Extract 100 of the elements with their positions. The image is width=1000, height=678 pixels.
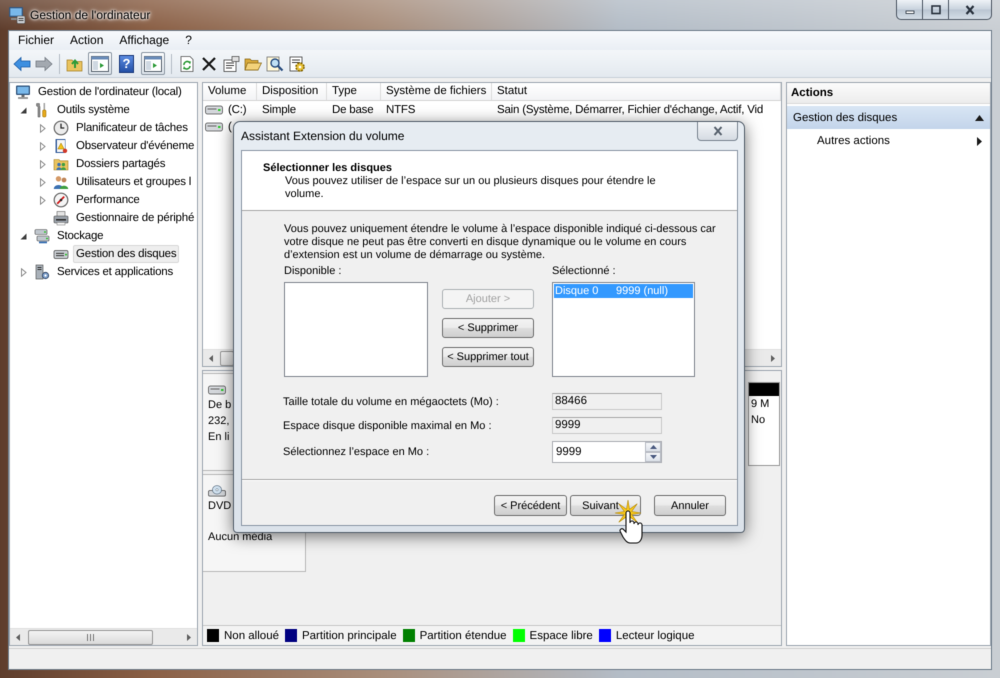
help-button[interactable]: ? [119, 54, 134, 72]
table-cell-text: NTFS [385, 104, 416, 116]
tree-item[interactable]: Outils système [54, 101, 133, 119]
disk-info-text: DVD [208, 499, 232, 514]
action-pane-toggle-button[interactable] [141, 52, 165, 75]
readonly-field: 9999 [552, 417, 662, 434]
column-header[interactable]: Volume [203, 83, 257, 100]
menu-item[interactable]: Fichier [10, 32, 62, 49]
maximize-button[interactable] [922, 0, 948, 20]
close-button[interactable] [948, 0, 992, 20]
legend-label: Partition principale [302, 630, 397, 642]
hard-drive-icon [208, 384, 226, 396]
window-pane-icon [91, 56, 109, 72]
tree-toggle-button[interactable] [88, 52, 112, 75]
minimize-button[interactable] [896, 0, 922, 20]
close-icon [964, 4, 976, 14]
tree-item[interactable]: Gestion de l'ordinateur (local) [35, 83, 185, 101]
cancel-button[interactable]: Annuler [654, 495, 726, 516]
table-cell-text: Simple [261, 104, 297, 116]
expand-arrow-icon[interactable] [38, 196, 47, 204]
spin-down-button[interactable] [645, 452, 661, 462]
tree-item[interactable]: Planificateur de tâches [73, 119, 191, 137]
wizard-heading: Sélectionner les disques [263, 161, 392, 175]
menu-item[interactable]: Action [62, 32, 112, 49]
expand-arrow-icon[interactable] [38, 178, 47, 186]
open-folder-icon[interactable] [244, 56, 262, 72]
dvd-drive-icon [208, 485, 226, 497]
next-button[interactable]: Suivant [570, 495, 641, 516]
shared-folder-icon [53, 156, 69, 172]
disk-info-text: De b [208, 398, 232, 413]
available-disks-list[interactable] [284, 282, 428, 377]
window-title: Gestion de l'ordinateur [30, 8, 150, 22]
computer-management-icon [8, 6, 26, 24]
field-label: Sélectionnez l’espace en Mo : [283, 446, 430, 458]
tree-item[interactable]: Utilisateurs et groupes l [73, 173, 194, 191]
actions-menu-item[interactable]: Autres actions [787, 131, 990, 151]
refresh-icon[interactable] [178, 56, 196, 72]
close-icon [712, 126, 724, 136]
properties-icon[interactable] [222, 56, 240, 72]
remove-button[interactable]: < Supprimer [442, 318, 534, 338]
partition-block[interactable]: 9 M No [748, 382, 780, 466]
disk-name: Disque 0 [554, 285, 600, 297]
spin-up-button[interactable] [645, 442, 661, 452]
list-label: Disponible : [284, 264, 342, 278]
window-pane-icon [144, 56, 162, 72]
field-label: Taille totale du volume en mégaoctets (Mo) : [283, 396, 500, 408]
media-status-text: Aucun média [208, 530, 272, 545]
disk-info-text: En li [208, 430, 230, 445]
scrollbar-thumb[interactable] [220, 350, 234, 366]
users-icon [53, 174, 69, 190]
spin-field[interactable]: 9999 [552, 441, 662, 463]
collapse-arrow-icon[interactable] [19, 232, 28, 240]
horizontal-scrollbar[interactable] [10, 628, 197, 645]
computer-icon [15, 84, 31, 100]
column-header[interactable]: Disposition [257, 83, 327, 100]
remove-all-button[interactable]: < Supprimer tout [442, 347, 534, 367]
table-cell-text: (C:) [227, 104, 246, 116]
actions-section-header[interactable]: Gestion des disques [787, 106, 990, 129]
tree-item[interactable]: Stockage [54, 227, 106, 245]
table-cell-text: ( [227, 120, 232, 132]
expand-arrow-icon[interactable] [38, 124, 47, 132]
dialog-title: Assistant Extension du volume [241, 129, 404, 143]
search-icon[interactable] [266, 56, 284, 72]
tree-item[interactable]: Gestion des disques [73, 245, 180, 263]
wizard-description: Vous pouvez utiliser de l’espace sur un ou plusieurs disques pour étendre le volume. [285, 175, 656, 201]
settings-icon[interactable] [288, 56, 306, 72]
close-button[interactable] [697, 122, 738, 141]
delete-icon[interactable] [200, 56, 218, 72]
collapse-arrow-icon[interactable] [19, 106, 28, 114]
maximize-icon [930, 4, 942, 14]
back-button[interactable]: < Précédent [494, 495, 567, 516]
scrollbar-thumb[interactable] [28, 630, 153, 644]
tree-item[interactable]: Observateur d'événeme [73, 137, 197, 155]
disk-size: 9999 (null) [616, 285, 668, 297]
column-header[interactable]: Système de fichiers [381, 83, 492, 100]
tree-item[interactable]: Gestionnaire de périphé [73, 209, 197, 227]
table-cell-text: Sain (Système, Démarrer, Fichier d'échange, Actif, Vid [496, 104, 764, 116]
tree-item[interactable]: Dossiers partagés [73, 155, 168, 173]
partition-text: 9 M [750, 397, 770, 412]
disk-info-text: 232, [208, 414, 230, 429]
column-header[interactable]: Statut [492, 83, 781, 100]
legend-label: Non alloué [224, 630, 279, 642]
legend-label: Espace libre [530, 630, 593, 642]
actions-pane-title: Actions [787, 83, 990, 104]
expand-arrow-icon[interactable] [38, 160, 47, 168]
back-arrow-icon[interactable] [13, 56, 31, 72]
expand-arrow-icon[interactable] [38, 142, 47, 150]
legend-label: Partition étendue [420, 630, 507, 642]
readonly-field: 88466 [552, 393, 662, 410]
menu-item[interactable]: Affichage [111, 32, 178, 49]
caret-down-icon [650, 455, 656, 459]
field-label: Espace disque disponible maximal en Mo : [283, 420, 493, 432]
caret-up-icon [650, 445, 656, 449]
drives-icon [34, 228, 50, 244]
drive-icon [205, 104, 223, 116]
tree-item[interactable]: Services et applications [54, 263, 176, 281]
tree-item[interactable]: Performance [73, 191, 143, 209]
column-header[interactable]: Type [327, 83, 381, 100]
menu-item[interactable]: ? [177, 32, 200, 49]
expand-arrow-icon[interactable] [19, 268, 28, 276]
